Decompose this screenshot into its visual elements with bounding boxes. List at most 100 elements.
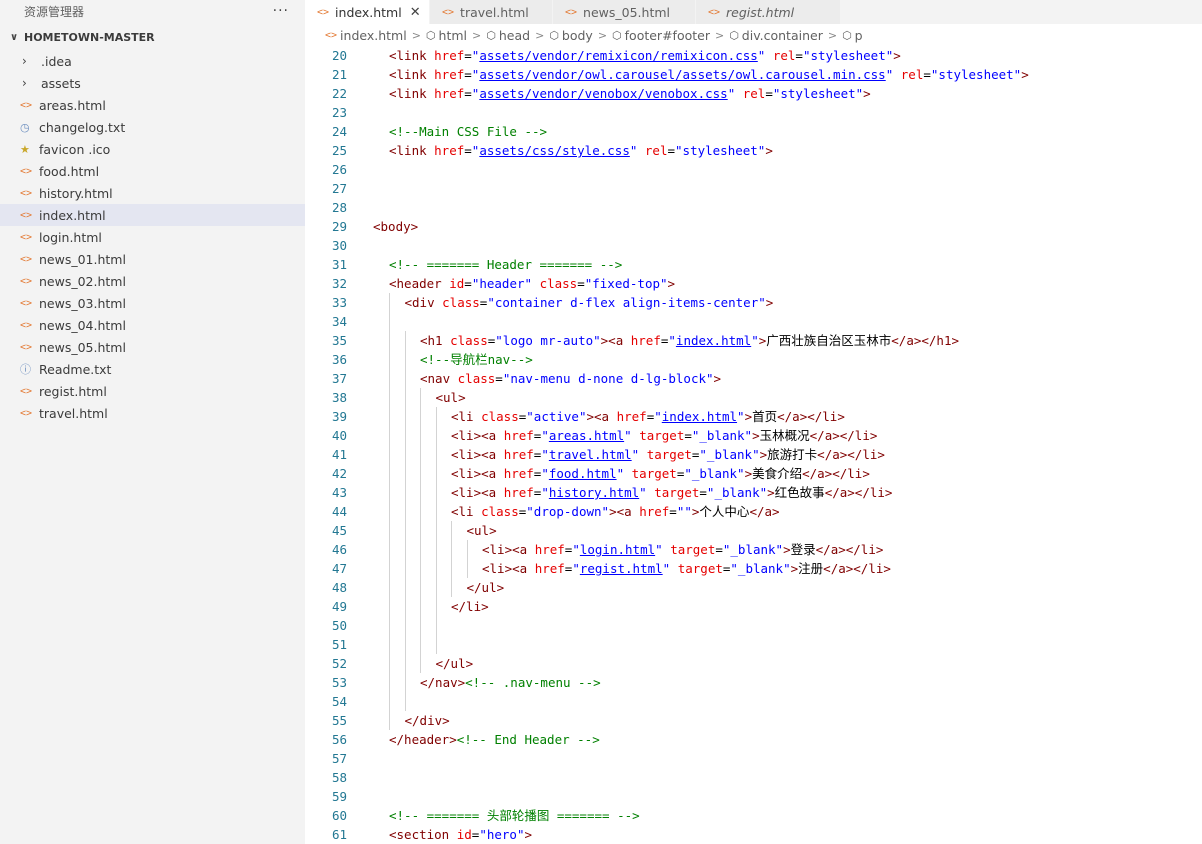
code-line[interactable]: 34 (305, 312, 1202, 331)
file-tree-item[interactable]: <> regist.html (0, 380, 305, 402)
code-line[interactable]: 32 <header id="header" class="fixed-top"> (305, 274, 1202, 293)
file-tree-item[interactable]: <> travel.html (0, 402, 305, 424)
code-line[interactable]: 54 (305, 692, 1202, 711)
more-actions-icon[interactable]: ··· (273, 3, 289, 19)
indent-guide (389, 673, 390, 692)
line-number: 27 (331, 181, 347, 196)
code-line[interactable]: 42 <li><a href="food.html" target="_blank… (305, 464, 1202, 483)
code-line[interactable]: 38 <ul> (305, 388, 1202, 407)
line-number: 52 (331, 656, 347, 671)
file-tree-item[interactable]: <> history.html (0, 182, 305, 204)
breadcrumb-item[interactable]: div.container (742, 28, 823, 43)
code-line[interactable]: 49 </li> (305, 597, 1202, 616)
code-line[interactable]: 51 (305, 635, 1202, 654)
code-token: " (655, 542, 663, 557)
code-line[interactable]: 57 (305, 749, 1202, 768)
code-text: <!--Main CSS File --> (389, 122, 547, 141)
code-line[interactable]: 41 <li><a href="travel.html" target="_bla… (305, 445, 1202, 464)
code-line[interactable]: 46 <li><a href="login.html" target="_blan… (305, 540, 1202, 559)
code-line[interactable]: 44 <li class="drop-down"><a href="">个人中心<… (305, 502, 1202, 521)
breadcrumb-item[interactable]: html (439, 28, 467, 43)
code-line[interactable]: 24 <!--Main CSS File --> (305, 122, 1202, 141)
code-line[interactable]: 56 </header><!-- End Header --> (305, 730, 1202, 749)
file-tree-item[interactable]: <> food.html (0, 160, 305, 182)
code-line[interactable]: 48 </ul> (305, 578, 1202, 597)
code-token: "fixed-top" (584, 276, 668, 291)
code-line[interactable]: 37 <nav class="nav-menu d-none d-lg-block… (305, 369, 1202, 388)
tab-regist-html[interactable]: <> regist.html (696, 0, 841, 24)
code-line[interactable]: 36 <!--导航栏nav--> (305, 350, 1202, 369)
code-line[interactable]: 58 (305, 768, 1202, 787)
code-line[interactable]: 47 <li><a href="regist.html" target="_bla… (305, 559, 1202, 578)
file-tree-item[interactable]: › assets (0, 72, 305, 94)
file-tree-item[interactable]: <> areas.html (0, 94, 305, 116)
file-tree-item[interactable]: ★ favicon .ico (0, 138, 305, 160)
code-line[interactable]: 22 <link href="assets/vendor/venobox/veno… (305, 84, 1202, 103)
file-tree-item[interactable]: <> news_04.html (0, 314, 305, 336)
code-token: rel (644, 143, 668, 158)
breadcrumb-item[interactable]: index.html (340, 28, 407, 43)
code-text: <li class="active"><a href="index.html">… (451, 407, 845, 426)
file-tree-item[interactable]: <> index.html (0, 204, 305, 226)
chevron-down-icon: ∨ (10, 31, 19, 43)
breadcrumb-item[interactable]: body (562, 28, 593, 43)
code-token: "stylesheet" (930, 67, 1022, 82)
code-line[interactable]: 55 </div> (305, 711, 1202, 730)
indent-guide (435, 616, 437, 635)
folder-hometown-master[interactable]: ∨ HOMETOWN-MASTER (0, 24, 305, 50)
file-tree-item[interactable]: <> login.html (0, 226, 305, 248)
code-line[interactable]: 60 <!-- ======= 头部轮播图 ======= --> (305, 806, 1202, 825)
code-token: > (744, 409, 753, 424)
file-tree-item[interactable]: <> news_05.html (0, 336, 305, 358)
code-line[interactable]: 29 <body> (305, 217, 1202, 236)
code-line[interactable]: 20 <link href="assets/vendor/remixicon/re… (305, 46, 1202, 65)
code-line[interactable]: 30 (305, 236, 1202, 255)
file-tree-item[interactable]: ◷ changelog.txt (0, 116, 305, 138)
tab-news-05-html[interactable]: <> news_05.html (553, 0, 696, 24)
code-token: <!-- ======= Header ======= --> (389, 257, 623, 272)
code-line[interactable]: 50 (305, 616, 1202, 635)
tab-travel-html[interactable]: <> travel.html (430, 0, 553, 24)
breadcrumb-item[interactable]: p (855, 28, 863, 43)
code-line[interactable]: 27 (305, 179, 1202, 198)
code-line[interactable]: 40 <li><a href="areas.html" target="_blan… (305, 426, 1202, 445)
tab-index-html[interactable]: <> index.html ✕ (305, 0, 430, 24)
file-tree-item[interactable]: <> news_02.html (0, 270, 305, 292)
file-tree-label: assets (41, 75, 81, 91)
code-line[interactable]: 25 <link href="assets/css/style.css" rel=… (305, 141, 1202, 160)
code-line[interactable]: 26 (305, 160, 1202, 179)
code-line[interactable]: 31 <!-- ======= Header ======= --> (305, 255, 1202, 274)
code-token: = (464, 67, 472, 82)
code-line[interactable]: 53 </nav><!-- .nav-menu --> (305, 673, 1202, 692)
code-line[interactable]: 59 (305, 787, 1202, 806)
code-token: target (670, 542, 716, 557)
code-line[interactable]: 61 <section id="hero"> (305, 825, 1202, 844)
code-line[interactable]: 35 <h1 class="logo mr-auto"><a href="inde… (305, 331, 1202, 350)
code-token: 旅游打卡 (767, 447, 818, 462)
code-token: href (639, 504, 670, 519)
file-tree: › .idea › assets <> areas.html ◷ changelog.txt ★… (0, 50, 305, 424)
chevron-right-icon: > (535, 28, 545, 42)
file-tree-item[interactable]: <> news_01.html (0, 248, 305, 270)
code-token: <ul> (435, 390, 466, 405)
code-line[interactable]: 28 (305, 198, 1202, 217)
code-token: "active" (526, 409, 587, 424)
close-icon[interactable]: ✕ (410, 5, 421, 20)
code-line[interactable]: 33 <div class="container d-flex align-ite… (305, 293, 1202, 312)
indent-guide (466, 540, 468, 559)
breadcrumb-item[interactable]: head (499, 28, 530, 43)
code-line[interactable]: 39 <li class="active"><a href="index.html… (305, 407, 1202, 426)
indent-guide (404, 654, 406, 673)
file-tree-item[interactable]: ⓘ Readme.txt (0, 358, 305, 380)
code-line[interactable]: 43 <li><a href="history.html" target="_bl… (305, 483, 1202, 502)
file-tree-item[interactable]: <> news_03.html (0, 292, 305, 314)
code-line[interactable]: 52 </ul> (305, 654, 1202, 673)
code-line[interactable]: 23 (305, 103, 1202, 122)
code-text: <ul> (436, 388, 466, 407)
code-line[interactable]: 45 <ul> (305, 521, 1202, 540)
code-line[interactable]: 21 <link href="assets/vendor/owl.carousel… (305, 65, 1202, 84)
line-number: 51 (331, 637, 347, 652)
file-tree-item[interactable]: › .idea (0, 50, 305, 72)
code-editor[interactable]: 20 <link href="assets/vendor/remixicon/re… (305, 46, 1202, 844)
breadcrumb-item[interactable]: footer#footer (625, 28, 710, 43)
